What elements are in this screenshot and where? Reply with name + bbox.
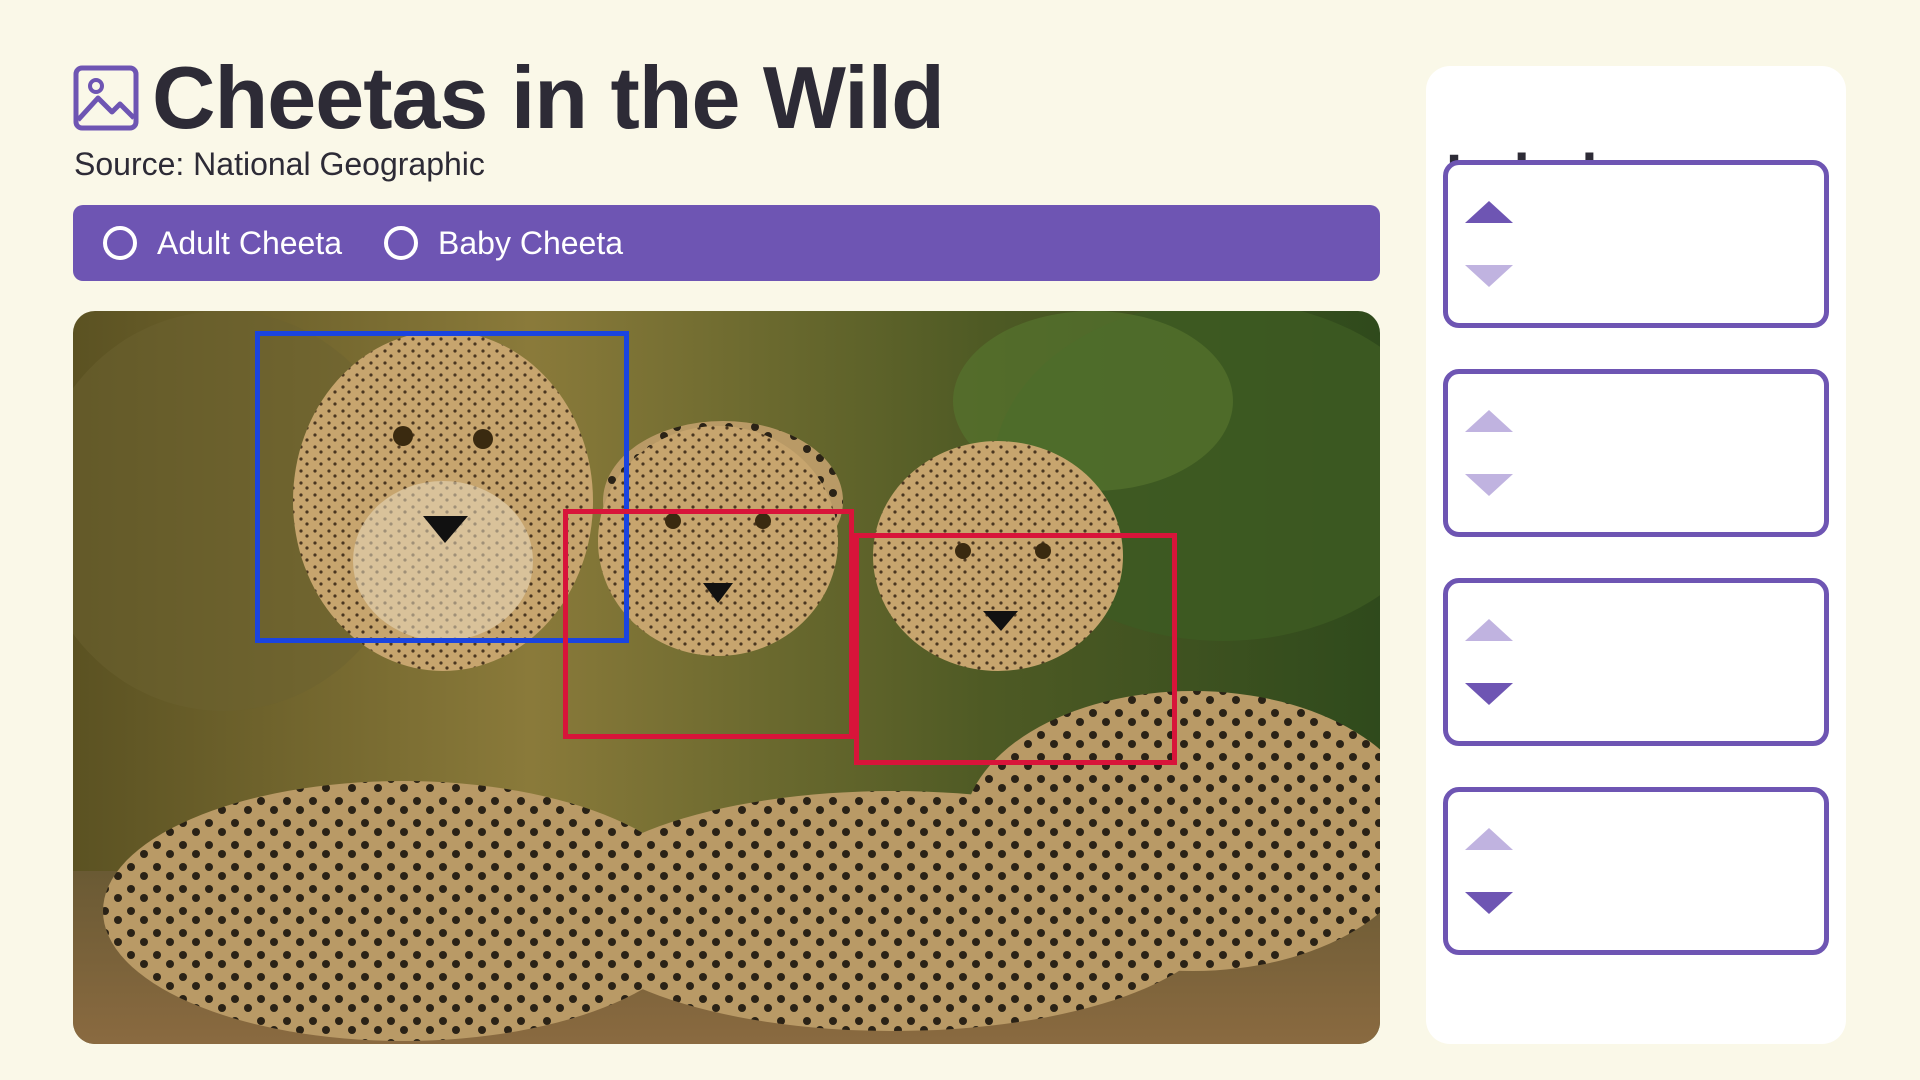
class-selector-bar: Adult Cheeta Baby Cheeta (73, 205, 1380, 281)
label-card[interactable] (1443, 578, 1829, 746)
move-down-arrow-icon[interactable] (1465, 265, 1513, 287)
label-card[interactable] (1443, 369, 1829, 537)
page-title: Cheetas in the Wild (152, 48, 945, 147)
bounding-box-baby-cheeta[interactable] (563, 509, 854, 739)
source-caption: Source: National Geographic (74, 146, 485, 182)
class-label: Adult Cheeta (157, 224, 343, 261)
annotation-canvas[interactable] (73, 311, 1380, 1044)
class-option-baby-cheeta[interactable]: Baby Cheeta (384, 225, 623, 262)
label-card[interactable] (1443, 160, 1829, 328)
class-label: Baby Cheeta (438, 224, 624, 261)
move-up-arrow-icon[interactable] (1465, 619, 1513, 641)
image-icon (73, 65, 139, 131)
move-down-arrow-icon[interactable] (1465, 474, 1513, 496)
move-down-arrow-icon[interactable] (1465, 892, 1513, 914)
radio-button[interactable] (384, 226, 419, 260)
move-down-arrow-icon[interactable] (1465, 683, 1513, 705)
move-up-arrow-icon[interactable] (1465, 828, 1513, 850)
page-header: Cheetas in the Wild (72, 48, 945, 148)
move-up-arrow-icon[interactable] (1465, 201, 1513, 223)
bounding-box-baby-cheeta[interactable] (854, 533, 1177, 765)
label-card[interactable] (1443, 787, 1829, 955)
class-option-adult-cheeta[interactable]: Adult Cheeta (103, 225, 342, 262)
radio-button[interactable] (103, 226, 137, 260)
labels-panel: Labels (1426, 66, 1846, 1044)
move-up-arrow-icon[interactable] (1465, 410, 1513, 432)
